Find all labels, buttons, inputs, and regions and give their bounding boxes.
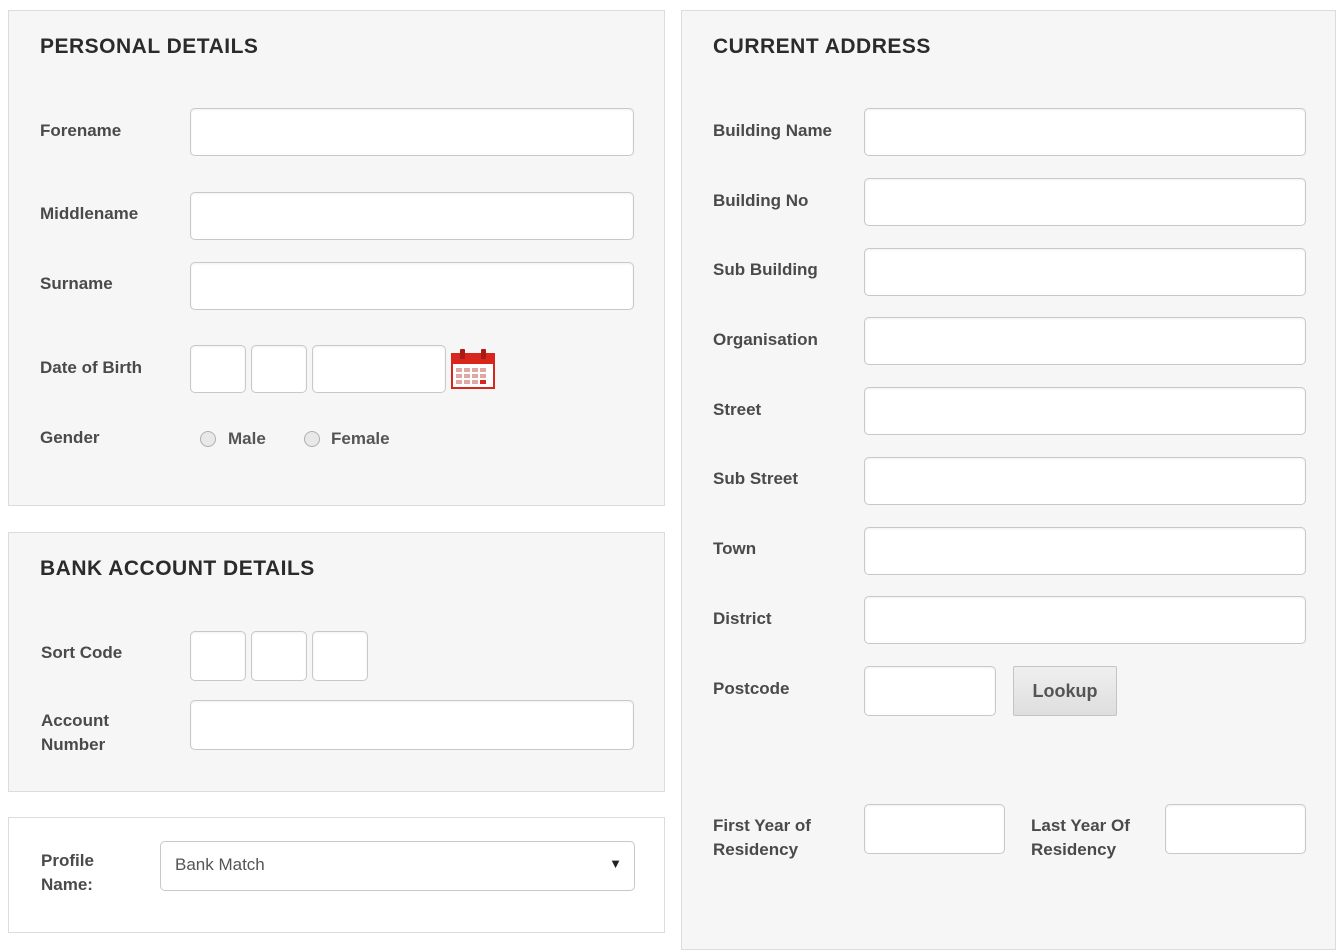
dob-month-input[interactable] <box>251 345 307 393</box>
first-year-label-line2: Residency <box>713 840 799 859</box>
personal-details-panel: PERSONAL DETAILS Forename Middlename Sur… <box>8 10 665 506</box>
profile-name-label-line1: Profile <box>41 851 94 870</box>
bank-account-panel: BANK ACCOUNT DETAILS Sort Code Account N… <box>8 532 665 792</box>
current-address-title: CURRENT ADDRESS <box>713 35 931 58</box>
first-year-label: First Year of Residency <box>713 814 811 862</box>
lookup-button[interactable]: Lookup <box>1013 666 1117 716</box>
sort-code-label: Sort Code <box>41 643 123 662</box>
gender-male-radio[interactable] <box>200 431 216 447</box>
last-year-label-line2: Residency <box>1031 840 1117 859</box>
building-no-label: Building No <box>713 191 809 210</box>
gender-label: Gender <box>40 428 100 447</box>
first-year-label-line1: First Year of <box>713 816 811 835</box>
account-number-label-line2: Number <box>41 735 106 754</box>
gender-female-label[interactable]: Female <box>331 427 390 451</box>
profile-name-label: Profile Name: <box>41 849 94 897</box>
account-number-label: Account Number <box>41 709 109 757</box>
district-label: District <box>713 609 772 628</box>
sort-code-1-input[interactable] <box>190 631 246 681</box>
calendar-icon[interactable] <box>451 349 495 389</box>
dob-year-input[interactable] <box>312 345 446 393</box>
surname-input[interactable] <box>190 262 634 310</box>
sub-street-label: Sub Street <box>713 469 799 488</box>
street-input[interactable] <box>864 387 1306 435</box>
forename-label: Forename <box>40 121 122 140</box>
account-number-label-line1: Account <box>41 711 109 730</box>
sub-building-label: Sub Building <box>713 260 818 279</box>
account-number-input[interactable] <box>190 700 634 750</box>
district-input[interactable] <box>864 596 1306 644</box>
town-label: Town <box>713 539 757 558</box>
last-year-label-line1: Last Year Of <box>1031 816 1130 835</box>
postcode-label: Postcode <box>713 679 790 698</box>
profile-panel: Profile Name: Bank Match ▼ <box>8 817 665 933</box>
last-year-input[interactable] <box>1165 804 1306 854</box>
middlename-label: Middlename <box>40 204 139 223</box>
forename-input[interactable] <box>190 108 634 156</box>
gender-male-label[interactable]: Male <box>228 427 266 451</box>
street-label: Street <box>713 400 762 419</box>
town-input[interactable] <box>864 527 1306 575</box>
profile-name-label-line2: Name: <box>41 875 93 894</box>
organisation-label: Organisation <box>713 330 818 349</box>
profile-name-selected-value: Bank Match <box>175 855 265 874</box>
last-year-label: Last Year Of Residency <box>1031 814 1130 862</box>
organisation-input[interactable] <box>864 317 1306 365</box>
dob-label: Date of Birth <box>40 358 142 377</box>
first-year-input[interactable] <box>864 804 1005 854</box>
postcode-input[interactable] <box>864 666 996 716</box>
dob-day-input[interactable] <box>190 345 246 393</box>
middlename-input[interactable] <box>190 192 634 240</box>
personal-details-title: PERSONAL DETAILS <box>40 35 259 58</box>
building-no-input[interactable] <box>864 178 1306 226</box>
chevron-down-icon[interactable]: ▼ <box>609 856 622 871</box>
sub-building-input[interactable] <box>864 248 1306 296</box>
gender-female-radio[interactable] <box>304 431 320 447</box>
surname-label: Surname <box>40 274 113 293</box>
profile-name-select[interactable]: Bank Match ▼ <box>160 841 635 891</box>
building-name-label: Building Name <box>713 121 833 140</box>
current-address-panel: CURRENT ADDRESS Building Name Building N… <box>681 10 1336 950</box>
building-name-input[interactable] <box>864 108 1306 156</box>
sub-street-input[interactable] <box>864 457 1306 505</box>
sort-code-2-input[interactable] <box>251 631 307 681</box>
sort-code-3-input[interactable] <box>312 631 368 681</box>
bank-account-title: BANK ACCOUNT DETAILS <box>40 557 315 580</box>
